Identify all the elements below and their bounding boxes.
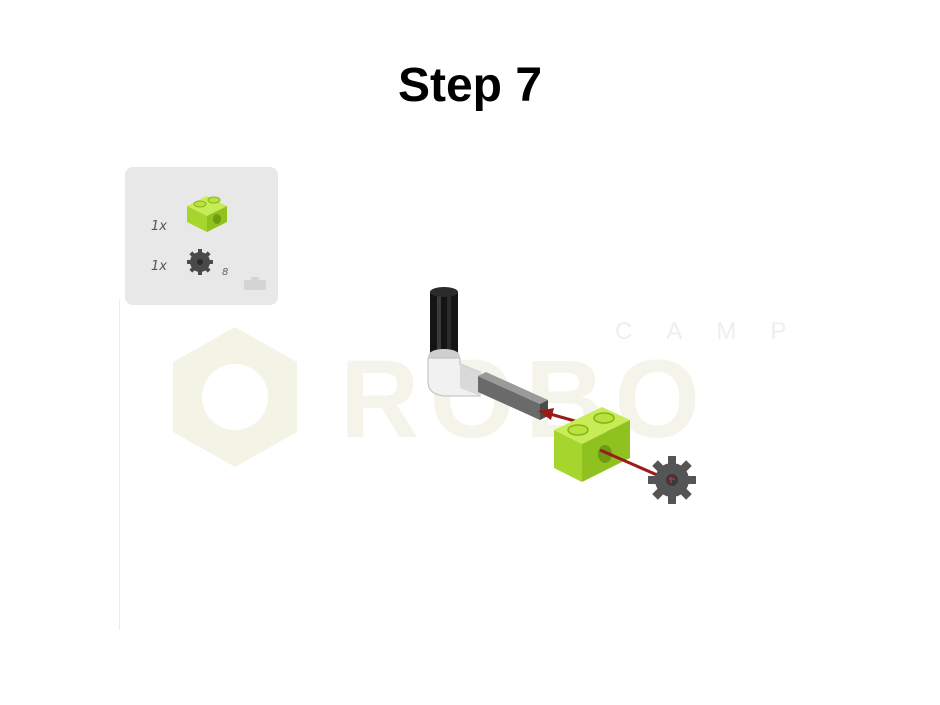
part-qty-brick: 1x	[151, 219, 167, 234]
lime-technic-brick-1x2-icon	[187, 196, 227, 232]
left-divider	[119, 300, 120, 630]
part-qty-gear: 1x	[151, 259, 167, 274]
black-axle-vertical	[430, 287, 458, 357]
dark-gray-gear-8-tooth-icon	[187, 249, 213, 275]
gray-axle-horizontal	[478, 372, 548, 420]
assembly-illustration	[427, 287, 696, 504]
dark-gray-gear-8-tooth	[648, 456, 696, 504]
watermark-hexagon-hole	[202, 364, 268, 430]
white-angle-connector	[427, 349, 481, 397]
ruler-icon	[244, 277, 266, 290]
parts-panel: 1x 1x 8	[125, 167, 278, 305]
gear-size-label: 8	[222, 267, 229, 278]
page-title: Step 7	[397, 59, 543, 112]
